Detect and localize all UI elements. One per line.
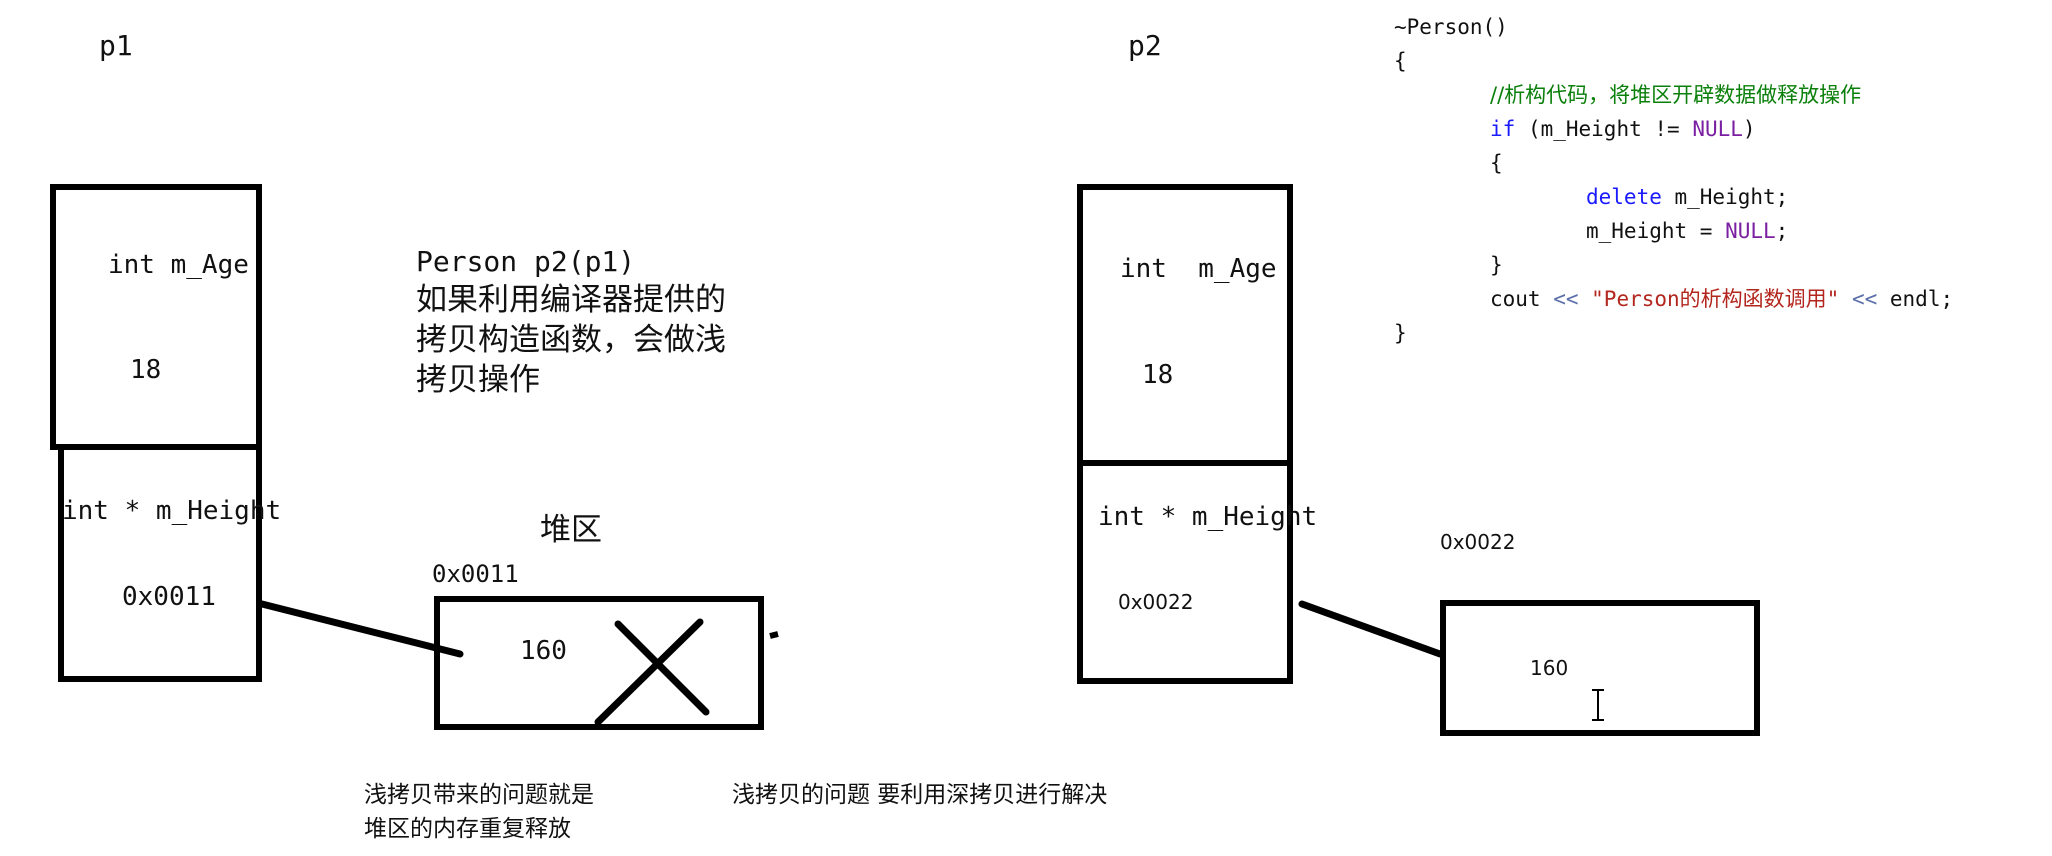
p2-age-field: int m_Age bbox=[1120, 254, 1277, 284]
code-if-keyword: if bbox=[1490, 117, 1516, 141]
code-line-open-brace: { bbox=[1490, 151, 1503, 175]
heap-box1-tick bbox=[769, 631, 779, 639]
code-comment: //析构代码，将堆区开辟数据做释放操作 bbox=[1490, 83, 1862, 107]
code-delete-target: m_Height; bbox=[1661, 185, 1789, 209]
p1-height-field: int * m_Height bbox=[62, 496, 282, 526]
heap-value-1: 160 bbox=[520, 636, 567, 666]
copy-note-line-3: 拷贝构造函数，会做浅 bbox=[416, 322, 726, 358]
code-assign-end: ; bbox=[1775, 219, 1789, 243]
p1-height-value: 0x0011 bbox=[122, 582, 216, 612]
diagram-canvas: p1 int m_Age 18 int * m_Height 0x0011 Pe… bbox=[0, 0, 2052, 856]
code-if-close: ) bbox=[1742, 117, 1756, 141]
copy-note-line-4: 拷贝操作 bbox=[416, 362, 540, 398]
code-line-1: ~Person() bbox=[1394, 15, 1508, 39]
code-line-if: if (m_Height != NULL) bbox=[1490, 112, 1756, 146]
code-assign-lhs: m_Height = bbox=[1586, 219, 1726, 243]
heap-box-1 bbox=[434, 596, 764, 730]
code-string: "Person的析构函数调用" bbox=[1578, 287, 1852, 311]
copy-note-line-2: 如果利用编译器提供的 bbox=[416, 282, 726, 318]
p2-label: p2 bbox=[1128, 29, 1162, 62]
code-null-2: NULL bbox=[1725, 219, 1776, 243]
p2-object-box-top bbox=[1077, 184, 1293, 466]
p1-label: p1 bbox=[99, 29, 133, 62]
p2-object-box-bottom bbox=[1077, 460, 1293, 684]
code-delete-keyword: delete bbox=[1586, 185, 1662, 209]
p1-pointer-line bbox=[258, 600, 464, 658]
solution-note: 浅拷贝的问题 要利用深拷贝进行解决 bbox=[732, 782, 1108, 808]
p2-age-value: 18 bbox=[1142, 360, 1174, 390]
code-endl: endl; bbox=[1877, 287, 1954, 311]
code-if-cond: (m_Height != bbox=[1515, 117, 1693, 141]
code-line-close-brace: } bbox=[1490, 253, 1503, 277]
p1-object-box-bottom bbox=[58, 444, 262, 682]
heap-value-2: 160 bbox=[1530, 656, 1569, 680]
code-cout: cout bbox=[1490, 287, 1554, 311]
heap-box-2 bbox=[1440, 600, 1760, 736]
heap-title: 堆区 bbox=[540, 512, 602, 548]
code-line-delete: delete m_Height; bbox=[1586, 180, 1788, 214]
p1-age-value: 18 bbox=[130, 355, 162, 385]
p1-object-box-top bbox=[50, 184, 262, 450]
heap-address-1: 0x0011 bbox=[432, 560, 519, 588]
copy-constructor-call: Person p2(p1) bbox=[416, 245, 636, 278]
p1-age-field: int m_Age bbox=[108, 250, 249, 280]
code-op-1: << bbox=[1553, 287, 1579, 311]
code-line-end: } bbox=[1394, 321, 1407, 345]
code-line-cout: cout << "Person的析构函数调用" << endl; bbox=[1490, 282, 1953, 316]
destructor-code: ~Person() { //析构代码，将堆区开辟数据做释放操作 if (m_He… bbox=[1394, 10, 2034, 350]
heap-address-2: 0x0022 bbox=[1440, 530, 1516, 554]
problem-note-line-1: 浅拷贝带来的问题就是 bbox=[364, 782, 594, 808]
code-null-1: NULL bbox=[1692, 117, 1743, 141]
p2-height-field: int * m_Height bbox=[1098, 502, 1318, 532]
code-line-2: { bbox=[1394, 49, 1407, 73]
code-op-2: << bbox=[1851, 287, 1878, 311]
p2-height-value: 0x0022 bbox=[1118, 590, 1194, 614]
problem-note-line-2: 堆区的内存重复释放 bbox=[364, 816, 571, 842]
code-line-assign: m_Height = NULL; bbox=[1586, 214, 1788, 248]
p2-pointer-line bbox=[1298, 600, 1444, 658]
